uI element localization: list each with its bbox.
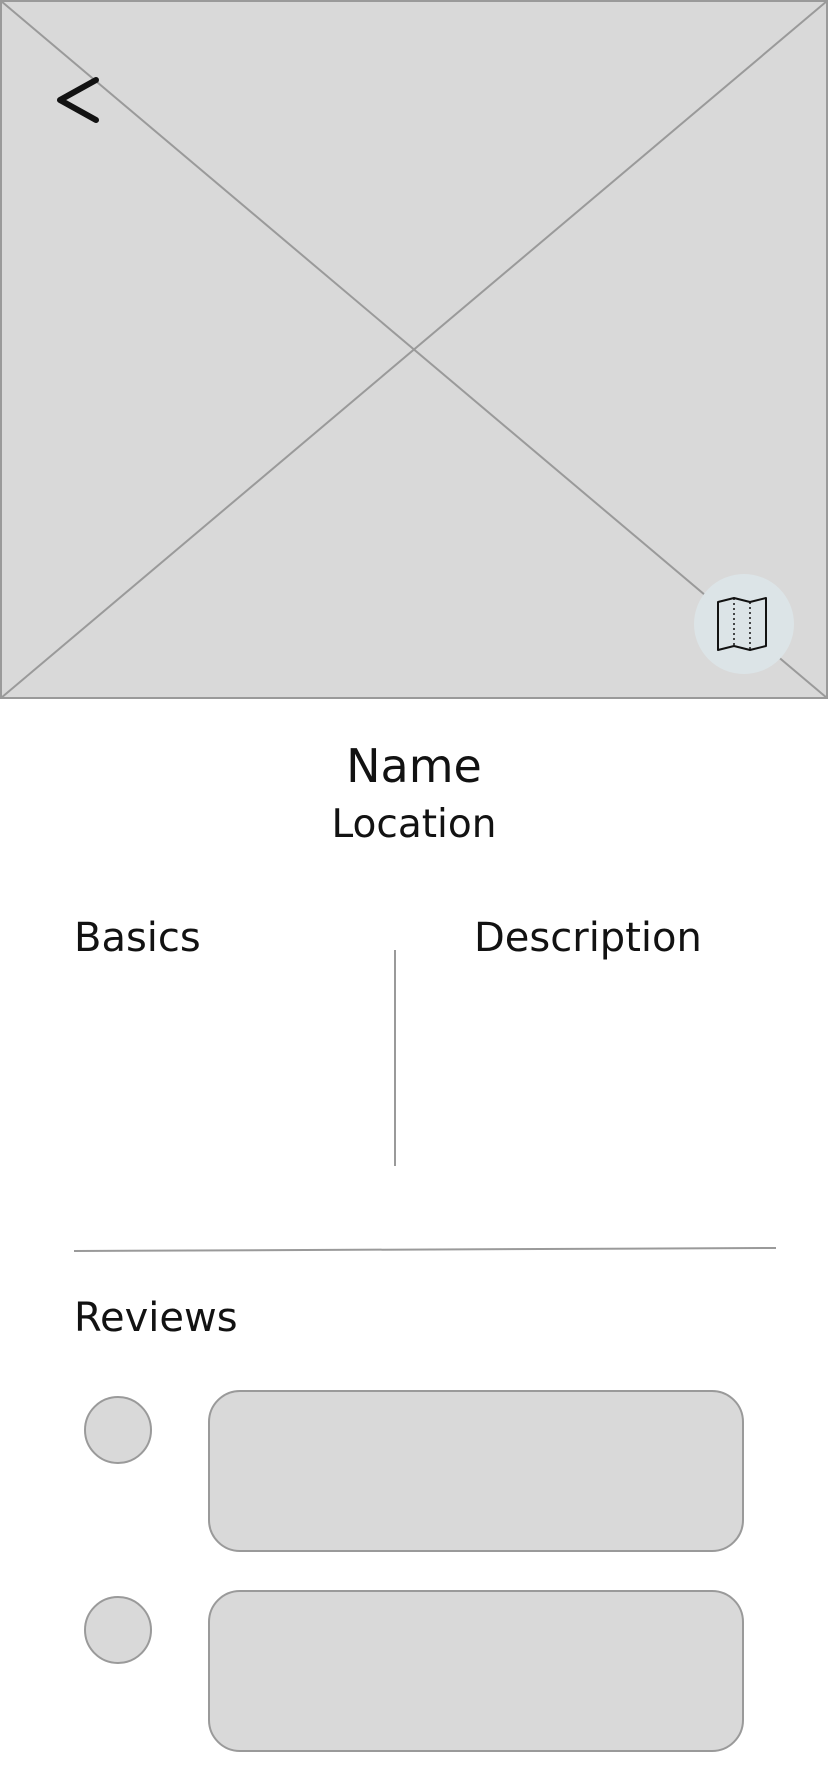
chevron-left-icon: [57, 77, 99, 123]
reviewer-avatar: [84, 1396, 152, 1464]
back-button[interactable]: [50, 70, 110, 130]
place-name: Name: [346, 739, 482, 793]
basics-heading: Basics: [74, 915, 201, 961]
description-heading: Description: [474, 915, 702, 961]
map-icon: [717, 597, 767, 651]
review-card[interactable]: [208, 1390, 744, 1552]
map-button[interactable]: [694, 574, 794, 674]
place-location: Location: [331, 802, 497, 847]
column-divider: [394, 950, 396, 1166]
reviewer-avatar: [84, 1596, 152, 1664]
review-card[interactable]: [208, 1590, 744, 1752]
reviews-heading: Reviews: [74, 1295, 238, 1341]
place-detail-screen: Name Location Basics Description Reviews: [0, 0, 828, 1792]
hero-image-placeholder: [0, 0, 828, 700]
